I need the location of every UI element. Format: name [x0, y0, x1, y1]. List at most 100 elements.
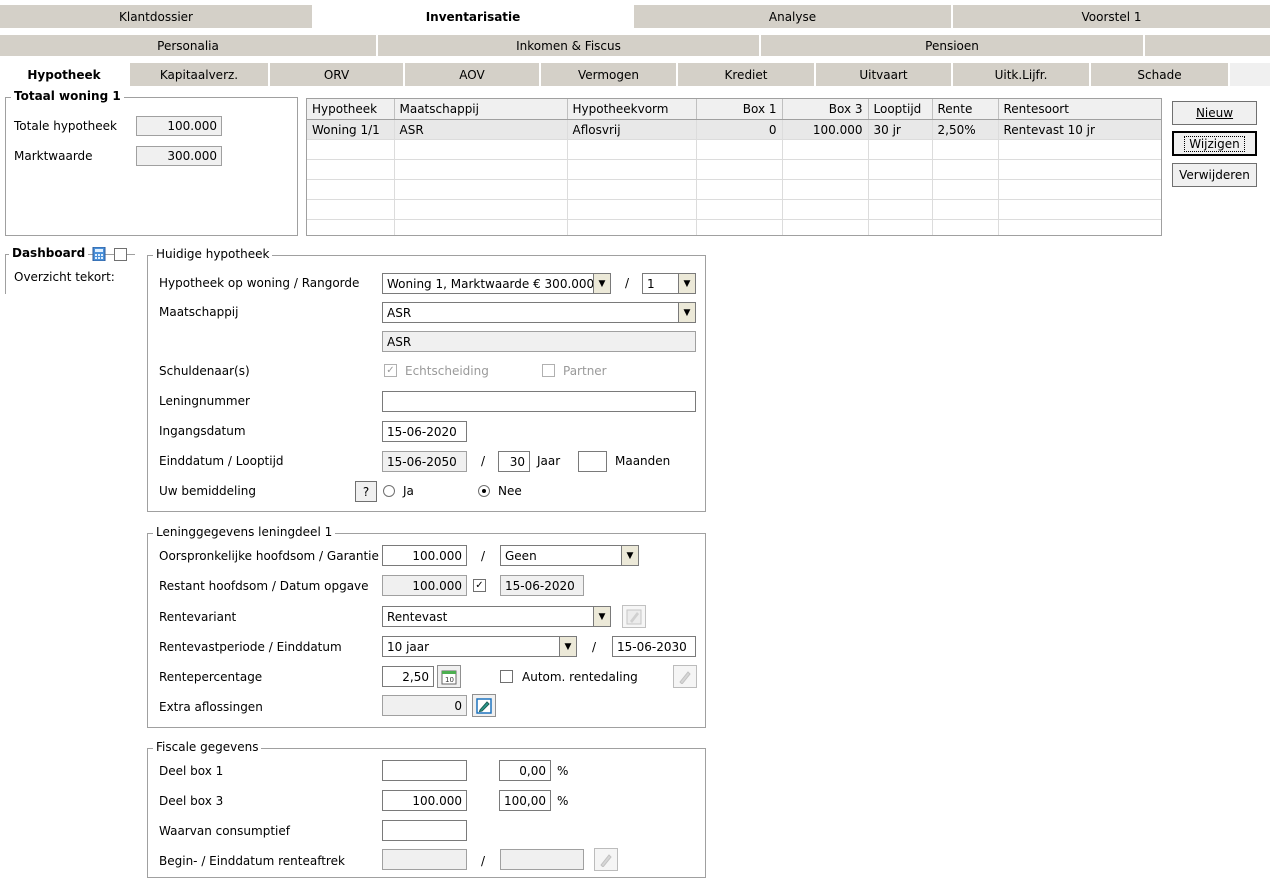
nieuw-button[interactable]: Nieuw: [1172, 101, 1257, 125]
wijzigen-button[interactable]: Wijzigen: [1172, 131, 1257, 156]
schuldenaar-label: Schuldenaar(s): [159, 364, 250, 378]
maanden-label: Maanden: [615, 454, 671, 468]
table-row[interactable]: Woning 1/1 ASR Aflosvrij 0 100.000 30 jr…: [307, 119, 1161, 140]
deel-box3-field[interactable]: 100.000: [382, 790, 467, 811]
edit-icon[interactable]: [622, 605, 646, 628]
ingangsdatum-field[interactable]: 15-06-2020: [382, 421, 467, 442]
dashboard-checkbox[interactable]: [114, 248, 127, 261]
leningnummer-field[interactable]: [382, 391, 696, 412]
col-hypotheekvorm[interactable]: Hypotheekvorm: [567, 99, 697, 120]
col-rentesoort[interactable]: Rentesoort: [998, 99, 1161, 120]
rentevariant-label: Rentevariant: [159, 610, 237, 624]
cell-rente: 2,50%: [932, 119, 999, 140]
hoofdsom-label: Oorspronkelijke hoofdsom / Garantie: [159, 549, 379, 563]
extra-aflossingen-field: 0: [382, 695, 467, 716]
help-button[interactable]: ?: [355, 481, 377, 502]
huidige-hypotheek-title: Huidige hypotheek: [153, 247, 273, 261]
consumptief-label: Waarvan consumptief: [159, 824, 290, 838]
tab-voorstel-1[interactable]: Voorstel 1: [953, 5, 1270, 28]
deel-box3-pct-field[interactable]: 100,00: [499, 790, 551, 811]
woning-label: Hypotheek op woning / Rangorde: [159, 276, 360, 290]
col-hypotheek[interactable]: Hypotheek: [307, 99, 395, 120]
tab-analyse[interactable]: Analyse: [634, 5, 953, 28]
looptijd-separator: /: [481, 454, 486, 468]
deel-box1-field[interactable]: [382, 760, 467, 781]
tab-vermogen[interactable]: Vermogen: [541, 63, 678, 86]
table-row: [307, 219, 1161, 235]
fiscale-gegevens-title: Fiscale gegevens: [153, 740, 262, 754]
looptijd-jaar-field[interactable]: 30: [498, 451, 530, 472]
tab-klantdossier[interactable]: Klantdossier: [0, 5, 314, 28]
maatschappij-display: ASR: [382, 331, 696, 352]
marktwaarde-field: 300.000: [136, 146, 222, 166]
verwijderen-button[interactable]: Verwijderen: [1172, 163, 1257, 187]
chevron-down-icon: ▼: [559, 637, 576, 656]
bemiddeling-ja-radio[interactable]: [383, 485, 395, 497]
tab-aov[interactable]: AOV: [405, 63, 541, 86]
main-tab-bar: Klantdossier Inventarisatie Analyse Voor…: [0, 5, 1270, 28]
section-tab-bar: Hypotheek Kapitaalverz. ORV AOV Vermogen…: [0, 63, 1270, 86]
col-rente[interactable]: Rente: [932, 99, 999, 120]
garantie-separator: /: [481, 549, 486, 563]
garantie-select[interactable]: Geen ▼: [500, 545, 639, 566]
col-box1[interactable]: Box 1: [696, 99, 783, 120]
chevron-down-icon: ▼: [593, 607, 610, 626]
maatschappij-select[interactable]: ASR ▼: [382, 302, 696, 323]
tab-pensioen[interactable]: Pensioen: [761, 35, 1145, 56]
rentevastperiode-select[interactable]: 10 jaar ▼: [382, 636, 577, 657]
cell-hypotheek: Woning 1/1: [307, 119, 395, 140]
rente-calendar-icon[interactable]: 10: [437, 665, 461, 688]
autom-rentedaling-checkbox[interactable]: [500, 670, 513, 683]
tab-inventarisatie[interactable]: Inventarisatie: [314, 5, 634, 28]
edit-icon[interactable]: [673, 665, 697, 688]
rangorde-separator: /: [625, 276, 630, 290]
rentevariant-select[interactable]: Rentevast ▼: [382, 606, 611, 627]
chevron-down-icon: ▼: [678, 303, 695, 322]
rentevast-label: Rentevastperiode / Einddatum: [159, 640, 342, 654]
maanden-field[interactable]: [578, 451, 607, 472]
chevron-down-icon: ▼: [593, 274, 610, 293]
maatschappij-value: ASR: [387, 305, 412, 320]
rentepercentage-field[interactable]: 2,50: [382, 666, 434, 687]
hypotheek-grid[interactable]: Hypotheek Maatschappij Hypotheekvorm Box…: [306, 98, 1162, 236]
renteaftrek-eind-field: [500, 849, 584, 870]
tab-inkomen-fiscus[interactable]: Inkomen & Fiscus: [378, 35, 761, 56]
rentevariant-value: Rentevast: [387, 609, 448, 624]
col-maatschappij[interactable]: Maatschappij: [394, 99, 568, 120]
deel-box1-pct-field[interactable]: 0,00: [499, 760, 551, 781]
col-looptijd[interactable]: Looptijd: [868, 99, 933, 120]
tab-uitvaart[interactable]: Uitvaart: [816, 63, 953, 86]
edit-icon[interactable]: [472, 694, 496, 717]
rente-einddatum-field[interactable]: 15-06-2030: [612, 636, 696, 657]
tab-personalia[interactable]: Personalia: [0, 35, 378, 56]
totale-hypotheek-label: Totale hypotheek: [14, 119, 117, 133]
chevron-down-icon: ▼: [621, 546, 638, 565]
tab-schade[interactable]: Schade: [1091, 63, 1230, 86]
leninggegevens-title: Leninggegevens leningdeel 1: [153, 525, 336, 539]
leningnummer-label: Leningnummer: [159, 394, 250, 408]
table-row: [307, 139, 1161, 160]
cell-hypotheekvorm: Aflosvrij: [567, 119, 697, 140]
datum-opgave-checkbox[interactable]: ✓: [473, 579, 486, 592]
tab-orv[interactable]: ORV: [270, 63, 405, 86]
consumptief-field[interactable]: [382, 820, 467, 841]
jaar-label: Jaar: [537, 454, 561, 468]
tab-uitk-lijfr[interactable]: Uitk.Lijfr.: [953, 63, 1091, 86]
partner-checkbox[interactable]: [542, 364, 555, 377]
echtscheiding-checkbox[interactable]: ✓: [384, 364, 397, 377]
woning-select[interactable]: Woning 1, Marktwaarde € 300.000 ▼: [382, 273, 611, 294]
svg-text:10: 10: [445, 676, 454, 684]
hoofdsom-field[interactable]: 100.000: [382, 545, 467, 566]
bemiddeling-nee-radio[interactable]: [478, 485, 490, 497]
tab-hypotheek[interactable]: Hypotheek: [0, 63, 130, 86]
extra-aflossingen-label: Extra aflossingen: [159, 700, 263, 714]
tab-kapitaalverz[interactable]: Kapitaalverz.: [130, 63, 270, 86]
wijzigen-label: Wijzigen: [1184, 135, 1245, 152]
col-box3[interactable]: Box 3: [782, 99, 869, 120]
edit-icon[interactable]: [594, 848, 618, 871]
rangorde-select[interactable]: 1 ▼: [642, 273, 696, 294]
renteaftrek-label: Begin- / Einddatum renteaftrek: [159, 854, 345, 868]
calculator-icon[interactable]: [92, 246, 106, 262]
cell-box1: 0: [696, 119, 783, 140]
tab-krediet[interactable]: Krediet: [678, 63, 816, 86]
